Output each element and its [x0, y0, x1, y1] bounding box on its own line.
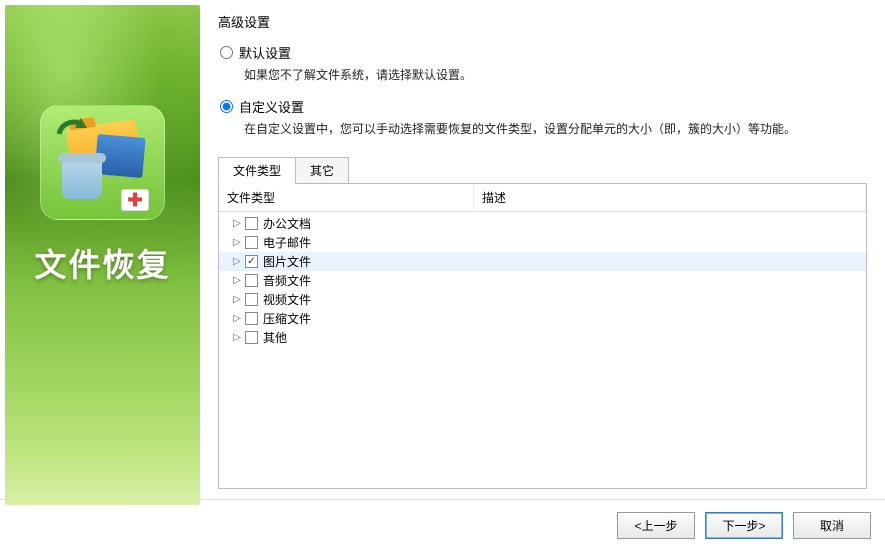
- recycle-bin-icon: [59, 159, 104, 209]
- sidebar-title: 文件恢复: [5, 240, 200, 286]
- tab-bar: 文件类型 其它: [218, 157, 867, 184]
- expand-icon[interactable]: ▷: [231, 332, 243, 343]
- radio-custom-desc: 在自定义设置中，您可以手动选择需要恢复的文件类型，设置分配单元的大小（即，簇的大…: [244, 120, 867, 137]
- tree-row[interactable]: ▷ 音频文件: [219, 271, 866, 290]
- sidebar-banner: ✚ 文件恢复: [5, 5, 200, 505]
- tab-file-types[interactable]: 文件类型: [218, 157, 296, 184]
- tab-other[interactable]: 其它: [295, 157, 349, 184]
- expand-icon[interactable]: ▷: [231, 313, 243, 324]
- cancel-button[interactable]: 取消: [793, 512, 871, 539]
- recycle-arrow-icon: [51, 114, 91, 157]
- checkbox[interactable]: [245, 293, 258, 306]
- radio-custom-input[interactable]: [220, 100, 233, 113]
- tree-item-label: 视频文件: [263, 291, 311, 308]
- tree-item-label: 其他: [263, 329, 287, 346]
- tree-item-label: 电子邮件: [263, 234, 311, 251]
- tree-item-label: 图片文件: [263, 253, 311, 270]
- radio-custom-label: 自定义设置: [239, 97, 304, 116]
- medical-cross-icon: ✚: [121, 189, 149, 211]
- section-title: 高级设置: [218, 12, 867, 31]
- radio-default-desc: 如果您不了解文件系统，请选择默认设置。: [244, 66, 867, 83]
- back-button[interactable]: <上一步: [617, 512, 695, 539]
- tree-item-label: 办公文档: [263, 215, 311, 232]
- column-headers: 文件类型 描述: [219, 184, 866, 212]
- radio-default-label: 默认设置: [239, 43, 291, 62]
- file-type-panel: 文件类型 描述 ▷ 办公文档 ▷ 电子邮件 ▷ 图片文件 ▷ 音频文件 ▷ 视频文件 ▷ 压缩文件 ▷ 其…: [218, 183, 867, 489]
- footer-buttons: <上一步 下一步> 取消: [0, 500, 885, 539]
- tree-row[interactable]: ▷ 压缩文件: [219, 309, 866, 328]
- checkbox[interactable]: [245, 255, 258, 268]
- tree-row[interactable]: ▷ 电子邮件: [219, 233, 866, 252]
- expand-icon[interactable]: ▷: [231, 237, 243, 248]
- app-icon: ✚: [40, 105, 165, 220]
- next-button[interactable]: 下一步>: [705, 512, 783, 539]
- main-panel: 高级设置 默认设置 如果您不了解文件系统，请选择默认设置。 自定义设置 在自定义…: [200, 0, 885, 499]
- checkbox[interactable]: [245, 217, 258, 230]
- expand-icon[interactable]: ▷: [231, 294, 243, 305]
- checkbox[interactable]: [245, 312, 258, 325]
- column-header-type[interactable]: 文件类型: [219, 184, 474, 211]
- tree-item-label: 音频文件: [263, 272, 311, 289]
- column-header-desc[interactable]: 描述: [474, 184, 866, 211]
- file-type-tree[interactable]: ▷ 办公文档 ▷ 电子邮件 ▷ 图片文件 ▷ 音频文件 ▷ 视频文件 ▷ 压缩文件 ▷ 其他: [219, 212, 866, 488]
- checkbox[interactable]: [245, 236, 258, 249]
- tree-row[interactable]: ▷ 办公文档: [219, 214, 866, 233]
- tree-row[interactable]: ▷ 图片文件: [219, 252, 866, 271]
- radio-custom-settings[interactable]: 自定义设置: [220, 97, 867, 116]
- tree-row[interactable]: ▷ 视频文件: [219, 290, 866, 309]
- checkbox[interactable]: [245, 274, 258, 287]
- radio-default-settings[interactable]: 默认设置: [220, 43, 867, 62]
- tree-row[interactable]: ▷ 其他: [219, 328, 866, 347]
- expand-icon[interactable]: ▷: [231, 275, 243, 286]
- checkbox[interactable]: [245, 331, 258, 344]
- expand-icon[interactable]: ▷: [231, 218, 243, 229]
- tree-item-label: 压缩文件: [263, 310, 311, 327]
- radio-default-input[interactable]: [220, 46, 233, 59]
- expand-icon[interactable]: ▷: [231, 256, 243, 267]
